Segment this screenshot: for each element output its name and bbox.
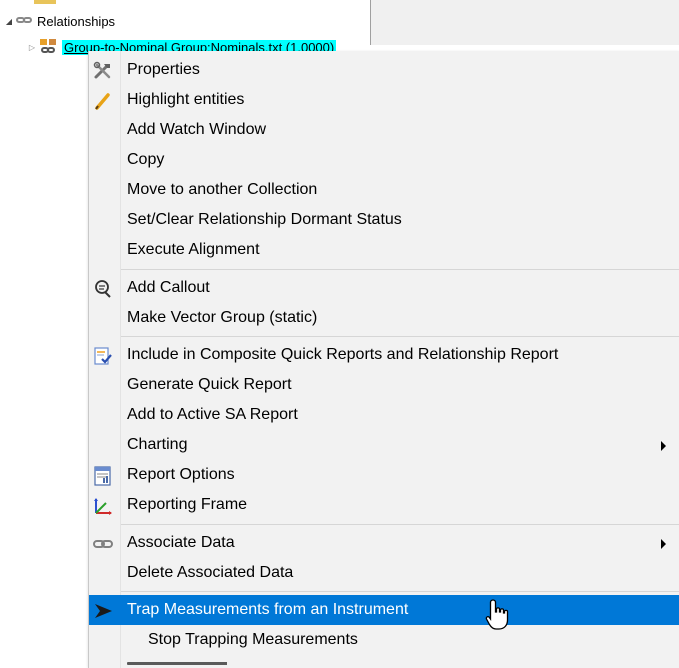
menu-separator <box>121 591 679 592</box>
collapsed-arrow-icon[interactable]: ▷ <box>26 43 38 52</box>
menu-item-label: Charting <box>127 436 188 453</box>
menu-item-dormant-status[interactable]: Set/Clear Relationship Dormant Status <box>89 205 679 235</box>
callout-icon <box>95 280 111 298</box>
tree-item-relationships[interactable]: ◢ Relationships <box>3 11 115 31</box>
menu-item-move-to-collection[interactable]: Move to another Collection <box>89 175 679 205</box>
report-check-icon <box>94 347 112 365</box>
relationship-icon <box>38 38 60 56</box>
menu-separator <box>121 269 679 270</box>
frame-axes-icon <box>94 498 112 515</box>
menu-item-label: Set/Clear Relationship Dormant Status <box>127 211 402 228</box>
menu-item-properties[interactable]: Properties <box>89 55 679 85</box>
menu-item-label: Stop Trapping Measurements <box>148 631 358 648</box>
expand-arrow-icon[interactable]: ◢ <box>3 17 15 26</box>
relationships-link-icon <box>15 14 35 28</box>
menu-item-label: Include in Composite Quick Reports and R… <box>127 346 559 363</box>
menu-item-label: Generate Quick Report <box>127 376 292 393</box>
menu-item-label: Add Callout <box>127 279 210 296</box>
menu-item-label: Copy <box>127 151 165 168</box>
menu-item-add-watch-window[interactable]: Add Watch Window <box>89 115 679 145</box>
report-options-icon <box>94 466 111 486</box>
hand-cursor-icon <box>485 599 509 630</box>
menu-item-label: Reporting Frame <box>127 496 248 513</box>
menu-item-label: Report Options <box>127 466 235 483</box>
graphics-pane <box>370 0 679 45</box>
menu-item-label: Add Watch Window <box>127 121 267 138</box>
menu-item-label: Execute Alignment <box>127 241 260 258</box>
arrow-icon <box>95 604 112 618</box>
menu-separator <box>121 336 679 337</box>
menu-item-label: Associate Data <box>127 534 235 551</box>
context-menu: Properties Highlight entities Add Watch … <box>88 51 679 668</box>
menu-item-label: Add to Active SA Report <box>127 406 298 423</box>
menu-item-associate-data[interactable]: Associate Data <box>89 528 679 558</box>
menu-item-generate-quick-report[interactable]: Generate Quick Report <box>89 370 679 400</box>
menu-item-label: Trap Measurements from an Instrument <box>127 601 409 618</box>
menu-item-copy[interactable]: Copy <box>89 145 679 175</box>
menu-separator <box>121 524 679 525</box>
menu-item-label: Properties <box>127 61 200 78</box>
menu-item-label: Move to another Collection <box>127 181 318 198</box>
menu-item-reporting-frame[interactable]: Reporting Frame <box>89 490 679 520</box>
submenu-arrow-icon <box>661 539 666 549</box>
menu-item-add-to-sa-report[interactable]: Add to Active SA Report <box>89 400 679 430</box>
menu-item-label: Highlight entities <box>127 91 245 108</box>
menu-item-delete-associated-data[interactable]: Delete Associated Data <box>89 558 679 588</box>
tree-item-partial <box>34 0 56 4</box>
tools-icon <box>93 61 111 79</box>
menu-item-label: Delete Associated Data <box>127 564 294 581</box>
submenu-arrow-icon <box>661 441 666 451</box>
menu-item-stop-trapping[interactable]: Stop Trapping Measurements <box>89 625 679 655</box>
menu-item-execute-alignment[interactable]: Execute Alignment <box>89 235 679 265</box>
pencil-icon <box>95 93 110 110</box>
menu-item-include-composite[interactable]: Include in Composite Quick Reports and R… <box>89 340 679 370</box>
menu-item-report-options[interactable]: Report Options <box>89 460 679 490</box>
menu-item-trap-measurements[interactable]: Trap Measurements from an Instrument <box>89 595 679 625</box>
menu-item-label: Make Vector Group (static) <box>127 309 318 326</box>
tree-item-label: Relationships <box>37 13 116 29</box>
menu-item-add-callout[interactable]: Add Callout <box>89 273 679 303</box>
menu-item-charting[interactable]: Charting <box>89 430 679 460</box>
menu-item-make-vector-group[interactable]: Make Vector Group (static) <box>89 303 679 333</box>
link-icon <box>93 540 113 548</box>
menu-item-highlight-entities[interactable]: Highlight entities <box>89 85 679 115</box>
menu-item-partial[interactable] <box>127 662 227 668</box>
